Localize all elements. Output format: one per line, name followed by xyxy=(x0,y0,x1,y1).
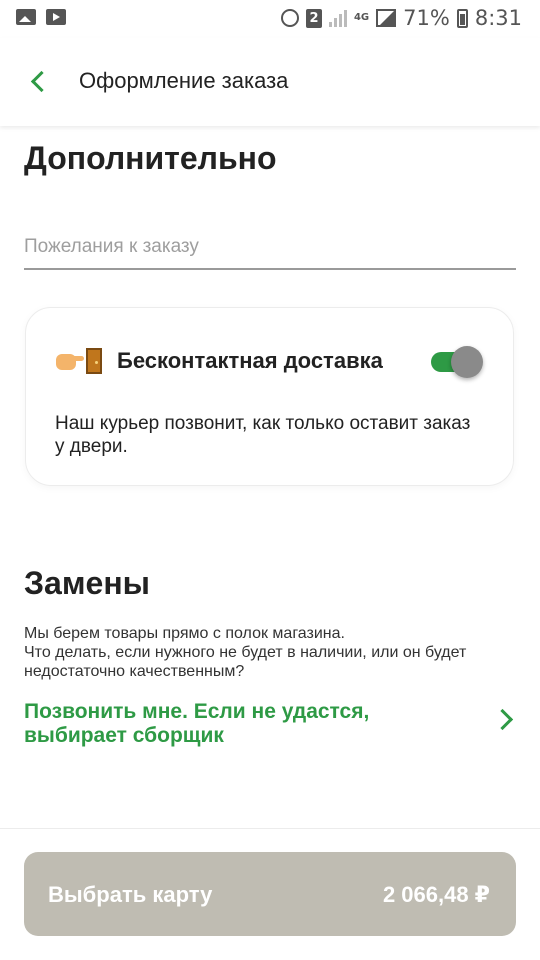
footer-divider xyxy=(0,828,540,829)
page-title: Оформление заказа xyxy=(79,68,289,93)
contactless-delivery-title: Бесконтактная доставка xyxy=(117,348,383,373)
order-wishes-input[interactable] xyxy=(24,230,516,264)
gallery-notification-icon xyxy=(16,9,36,25)
status-bar: 2 4G 71% 8:31 xyxy=(0,0,540,38)
battery-icon xyxy=(456,8,468,28)
section-title-additional: Дополнительно xyxy=(24,140,277,176)
order-total: 2 066,48 ₽ xyxy=(382,882,490,907)
clock: 8:31 xyxy=(474,6,522,30)
contactless-delivery-toggle[interactable] xyxy=(431,346,483,378)
alarm-icon xyxy=(280,9,299,27)
replacements-description: Мы берем товары прямо с полок магазина. … xyxy=(24,625,467,680)
battery-percent: 71% xyxy=(403,6,450,30)
pointing-hand-icon xyxy=(56,350,84,372)
sim-slot-icon: 2 xyxy=(305,8,322,28)
order-wishes-field[interactable] xyxy=(24,230,516,270)
app-header: Оформление заказа xyxy=(0,38,540,126)
youtube-notification-icon xyxy=(46,9,66,25)
network-type: 4G xyxy=(353,12,370,23)
choose-card-button[interactable]: Выбрать карту 2 066,48 ₽ xyxy=(24,852,516,936)
contactless-delivery-description: Наш курьер позвонит, как только оставит … xyxy=(55,413,471,457)
replacement-option-row[interactable]: Позвонить мне. Если не удастся, выбирает… xyxy=(24,700,518,750)
contactless-emoji xyxy=(56,348,102,374)
contactless-delivery-card: Бесконтактная доставка Наш курьер позвон… xyxy=(25,307,514,486)
replacement-option-text: Позвонить мне. Если не удастся, выбирает… xyxy=(24,700,370,747)
toggle-thumb xyxy=(451,346,483,378)
section-title-replacements: Замены xyxy=(24,565,150,601)
chevron-right-icon xyxy=(491,708,514,731)
back-arrow-icon[interactable] xyxy=(22,64,58,100)
signal-strength-icon xyxy=(328,9,347,27)
choose-card-label: Выбрать карту xyxy=(48,882,213,907)
door-icon xyxy=(86,348,102,374)
signal-strength-icon-2 xyxy=(376,9,397,27)
